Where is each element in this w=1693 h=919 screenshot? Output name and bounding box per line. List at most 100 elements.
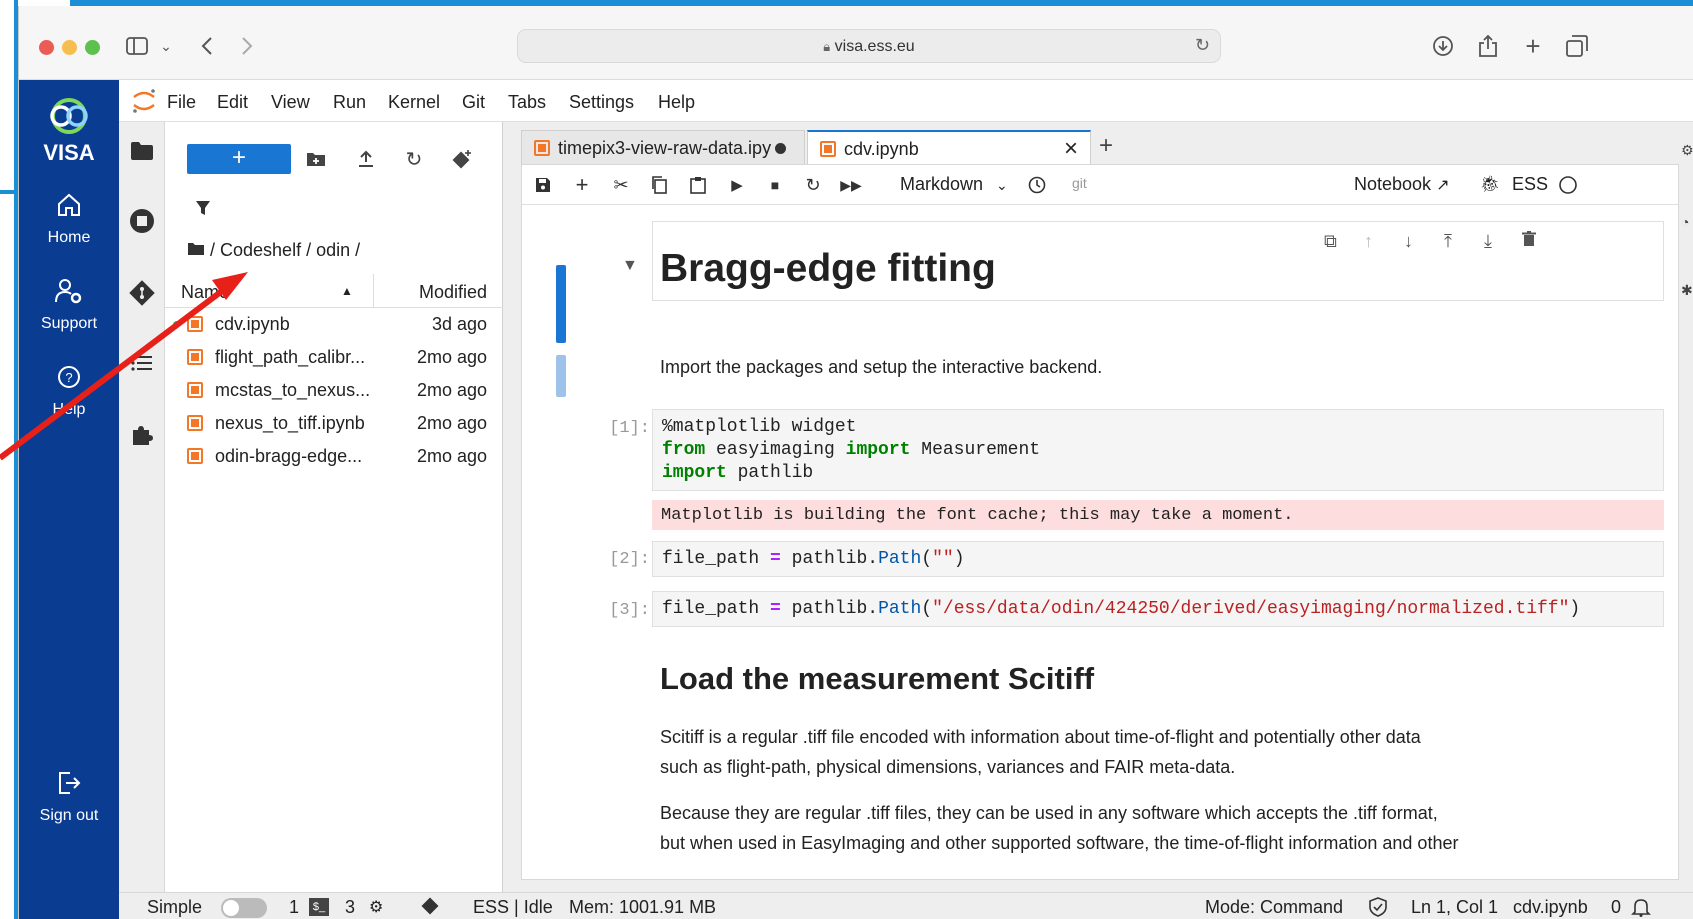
- visa-sign-out-link[interactable]: Sign out: [19, 770, 119, 825]
- new-launcher-button[interactable]: +: [187, 144, 291, 174]
- terminal-count[interactable]: 1: [289, 897, 299, 918]
- tab-overview-icon[interactable]: [1563, 32, 1591, 60]
- save-icon[interactable]: [530, 173, 556, 197]
- close-icon[interactable]: ×: [1064, 135, 1078, 163]
- insert-above-icon[interactable]: ⤒: [1444, 231, 1452, 252]
- tab-timepix3[interactable]: timepix3-view-raw-data.ipy: [521, 130, 805, 164]
- code-cell[interactable]: file_path = pathlib.Path("/ess/data/odin…: [652, 591, 1664, 627]
- back-icon[interactable]: [195, 32, 219, 60]
- reload-icon[interactable]: ↻: [1195, 35, 1210, 56]
- debugger-panel-icon[interactable]: ✱: [1681, 282, 1693, 299]
- terminal-icon[interactable]: $_: [309, 898, 329, 916]
- sidebar-toggle-icon[interactable]: [123, 32, 151, 60]
- simple-mode-toggle[interactable]: [221, 898, 267, 918]
- code-text: Measurement: [910, 440, 1041, 460]
- menu-run[interactable]: Run: [333, 92, 366, 113]
- move-down-icon[interactable]: ↓: [1404, 231, 1413, 252]
- restart-icon[interactable]: ↻: [800, 173, 826, 197]
- code-cell[interactable]: file_path = pathlib.Path(""): [652, 541, 1664, 577]
- cut-icon[interactable]: ✂: [608, 173, 634, 197]
- menu-tabs[interactable]: Tabs: [508, 92, 546, 113]
- address-bar[interactable]: 🔒︎ visa.ess.eu ↻: [517, 29, 1221, 63]
- visa-help-link[interactable]: ? Help: [19, 364, 119, 419]
- notification-count[interactable]: 0: [1611, 897, 1621, 918]
- upload-icon[interactable]: [351, 144, 381, 174]
- insert-below-icon[interactable]: ⤓: [1484, 231, 1492, 252]
- unsaved-indicator-icon[interactable]: [775, 143, 786, 154]
- refresh-icon[interactable]: ↻: [399, 144, 429, 174]
- paste-icon[interactable]: [685, 173, 711, 197]
- close-window-button[interactable]: [39, 40, 54, 55]
- copy-icon[interactable]: [646, 173, 672, 197]
- zoom-window-button[interactable]: [85, 40, 100, 55]
- visa-home-link[interactable]: Home: [19, 192, 119, 247]
- tab-cdv[interactable]: cdv.ipynb ×: [807, 130, 1091, 164]
- chevron-down-icon: ⌄: [996, 177, 1008, 193]
- new-tab-icon[interactable]: +: [1519, 31, 1547, 61]
- git-status-icon[interactable]: [421, 897, 439, 919]
- add-tab-icon[interactable]: +: [1099, 132, 1113, 160]
- cell-type-select[interactable]: Markdown ⌄: [900, 174, 1008, 195]
- filter-icon[interactable]: [195, 200, 211, 221]
- menu-file[interactable]: File: [167, 92, 196, 113]
- shield-icon[interactable]: [1369, 897, 1387, 919]
- delete-cell-icon[interactable]: [1522, 231, 1536, 252]
- open-notebook-link[interactable]: Notebook ↗: [1354, 174, 1449, 195]
- extensions-icon[interactable]: [127, 420, 157, 450]
- menu-view[interactable]: View: [271, 92, 310, 113]
- column-separator[interactable]: [373, 274, 374, 308]
- bell-icon[interactable]: [1631, 897, 1651, 919]
- chevron-down-icon[interactable]: ⌄: [157, 32, 175, 60]
- code-text: easyimaging: [705, 440, 846, 460]
- visa-support-link[interactable]: Support: [19, 278, 119, 333]
- clock-icon[interactable]: [1024, 173, 1050, 197]
- breadcrumb-folder-icon[interactable]: [187, 240, 210, 260]
- kernel-count[interactable]: 3: [345, 897, 355, 918]
- mode-indicator[interactable]: Mode: Command: [1205, 897, 1343, 918]
- run-icon[interactable]: ▶: [724, 173, 750, 197]
- table-of-contents-icon[interactable]: [127, 348, 157, 378]
- property-inspector-icon[interactable]: ⚙: [1681, 142, 1693, 159]
- file-name: cdv.ipynb: [215, 314, 290, 334]
- sort-ascending-icon[interactable]: ▲: [341, 284, 353, 298]
- column-name[interactable]: Name: [181, 282, 229, 303]
- file-row[interactable]: flight_path_calibr... 2mo ago: [165, 341, 503, 374]
- insert-cell-icon[interactable]: +: [569, 172, 595, 197]
- git-icon[interactable]: [127, 278, 157, 308]
- active-cell-indicator[interactable]: [556, 265, 566, 343]
- stop-icon[interactable]: ■: [762, 173, 788, 197]
- duplicate-cell-icon[interactable]: ⧉: [1324, 231, 1337, 252]
- debugger-icon[interactable]: 🐞︎: [1480, 174, 1500, 194]
- running-kernels-icon[interactable]: [127, 206, 157, 236]
- new-folder-icon[interactable]: [301, 144, 331, 174]
- code-cell[interactable]: %matplotlib widget from easyimaging impo…: [652, 409, 1664, 491]
- browser-window: ⌄ 🔒︎ visa.ess.eu ↻ + VISA Home Support ?…: [18, 6, 1693, 919]
- column-modified[interactable]: Modified: [419, 282, 487, 303]
- collapse-heading-icon[interactable]: ▼: [622, 257, 638, 275]
- kernel-chip-icon[interactable]: ⚙: [369, 897, 383, 917]
- cell-collapser[interactable]: [556, 355, 566, 397]
- menu-kernel[interactable]: Kernel: [388, 92, 440, 113]
- file-row[interactable]: mcstas_to_nexus... 2mo ago: [165, 374, 503, 407]
- cursor-position[interactable]: Ln 1, Col 1: [1411, 897, 1498, 918]
- minimize-window-button[interactable]: [62, 40, 77, 55]
- breadcrumb-path[interactable]: / Codeshelf / odin /: [210, 240, 360, 260]
- download-icon[interactable]: [1429, 32, 1457, 60]
- move-up-icon[interactable]: ↑: [1364, 231, 1373, 252]
- kernel-status[interactable]: ESS | Idle: [473, 897, 553, 918]
- git-label[interactable]: git: [1072, 175, 1087, 191]
- fast-forward-icon[interactable]: ▶▶: [838, 173, 864, 197]
- menu-settings[interactable]: Settings: [569, 92, 634, 113]
- file-row[interactable]: nexus_to_tiff.ipynb 2mo ago: [165, 407, 503, 440]
- gauge-icon[interactable]: ◔: [1681, 214, 1689, 230]
- menu-edit[interactable]: Edit: [217, 92, 248, 113]
- file-row[interactable]: odin-bragg-edge... 2mo ago: [165, 440, 503, 473]
- folder-icon[interactable]: [127, 136, 157, 166]
- forward-icon[interactable]: [235, 32, 259, 60]
- kernel-name[interactable]: ESS: [1512, 174, 1548, 195]
- menu-git[interactable]: Git: [462, 92, 485, 113]
- share-icon[interactable]: [1474, 32, 1502, 60]
- git-clone-icon[interactable]: [447, 144, 477, 174]
- file-row[interactable]: cdv.ipynb 3d ago: [165, 308, 503, 341]
- menu-help[interactable]: Help: [658, 92, 695, 113]
